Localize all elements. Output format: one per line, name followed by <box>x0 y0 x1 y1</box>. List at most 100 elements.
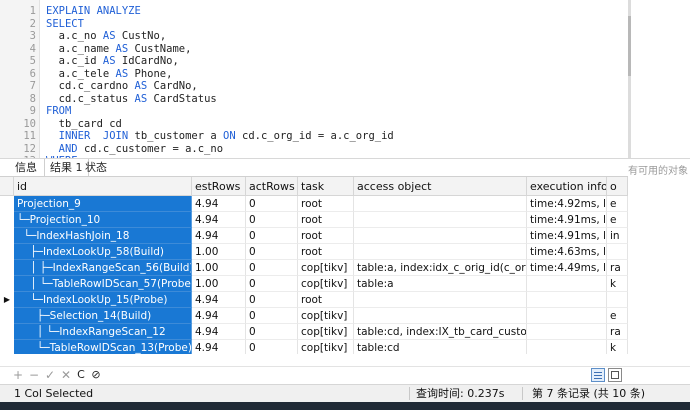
table-row[interactable]: ├─IndexLookUp_58(Build) 1.00 0 root time:4.6… <box>0 244 628 260</box>
table-row[interactable]: ▶ └─IndexLookUp_15(Probe) 4.94 0 root <box>0 292 628 308</box>
table-row[interactable]: ├─Selection_14(Build) 4.94 0 cop[tikv] e <box>0 308 628 324</box>
cell-actrows[interactable]: 0 <box>246 244 298 260</box>
column-header-estrows[interactable]: estRows <box>192 177 246 196</box>
row-indicator[interactable] <box>0 276 14 292</box>
cell-actrows[interactable]: 0 <box>246 228 298 244</box>
grid-view-button[interactable] <box>591 368 605 382</box>
cell-execution-info[interactable]: time:4.92ms, loop <box>527 196 607 212</box>
cell-estrows[interactable]: 4.94 <box>192 196 246 212</box>
cell-access-object[interactable] <box>354 244 527 260</box>
cell-operator-info[interactable]: e <box>607 212 628 228</box>
column-header-actrows[interactable]: actRows <box>246 177 298 196</box>
cell-id[interactable]: └─IndexLookUp_15(Probe) <box>14 292 192 308</box>
editor-scrollbar-thumb[interactable] <box>628 16 631 76</box>
cell-access-object[interactable] <box>354 228 527 244</box>
cell-execution-info[interactable] <box>527 276 607 292</box>
cell-task[interactable]: cop[tikv] <box>298 340 354 354</box>
row-indicator[interactable]: ▶ <box>0 292 14 308</box>
cell-actrows[interactable]: 0 <box>246 324 298 340</box>
cell-estrows[interactable]: 4.94 <box>192 308 246 324</box>
cell-task[interactable]: cop[tikv] <box>298 308 354 324</box>
stop-icon[interactable]: ⊘ <box>90 368 102 382</box>
apply-changes-button[interactable]: ✓ <box>44 368 56 382</box>
row-indicator[interactable] <box>0 196 14 212</box>
cell-id[interactable]: └─IndexHashJoin_18 <box>14 228 192 244</box>
result-grid[interactable]: id estRows actRows task access object executi… <box>0 176 628 354</box>
column-header-task[interactable]: task <box>298 177 354 196</box>
cell-estrows[interactable]: 1.00 <box>192 276 246 292</box>
cell-access-object[interactable]: table:a, index:idx_c_orig_id(c_org_id, c <box>354 260 527 276</box>
column-header-execution-info[interactable]: execution info <box>527 177 607 196</box>
cell-task[interactable]: root <box>298 292 354 308</box>
tab-status[interactable]: 状态 <box>80 159 112 177</box>
row-indicator[interactable] <box>0 260 14 276</box>
cell-access-object[interactable]: table:cd <box>354 340 527 354</box>
cell-id[interactable]: │ └─TableRowIDScan_57(Probe) <box>14 276 192 292</box>
cell-operator-info[interactable] <box>607 244 628 260</box>
cell-execution-info[interactable]: time:4.63ms, loop <box>527 244 607 260</box>
cell-access-object[interactable]: table:a <box>354 276 527 292</box>
cell-operator-info[interactable]: ra <box>607 324 628 340</box>
cell-task[interactable]: root <box>298 244 354 260</box>
cell-actrows[interactable]: 0 <box>246 292 298 308</box>
cell-id[interactable]: │ └─IndexRangeScan_12 <box>14 324 192 340</box>
cell-actrows[interactable]: 0 <box>246 212 298 228</box>
cell-actrows[interactable]: 0 <box>246 308 298 324</box>
cell-actrows[interactable]: 0 <box>246 276 298 292</box>
cell-actrows[interactable]: 0 <box>246 196 298 212</box>
cell-task[interactable]: root <box>298 228 354 244</box>
cell-actrows[interactable]: 0 <box>246 340 298 354</box>
cell-id[interactable]: └─Projection_10 <box>14 212 192 228</box>
cell-estrows[interactable]: 4.94 <box>192 228 246 244</box>
cell-estrows[interactable]: 4.94 <box>192 212 246 228</box>
table-row[interactable]: │ └─IndexRangeScan_12 4.94 0 cop[tikv] table… <box>0 324 628 340</box>
cell-estrows[interactable]: 1.00 <box>192 244 246 260</box>
table-row[interactable]: │ ├─IndexRangeScan_56(Build) 1.00 0 cop[tik… <box>0 260 628 276</box>
cell-id[interactable]: │ ├─IndexRangeScan_56(Build) <box>14 260 192 276</box>
cell-task[interactable]: cop[tikv] <box>298 276 354 292</box>
row-indicator[interactable] <box>0 212 14 228</box>
add-record-button[interactable]: + <box>12 368 24 382</box>
cell-execution-info[interactable] <box>527 292 607 308</box>
cell-execution-info[interactable] <box>527 340 607 354</box>
cell-access-object[interactable] <box>354 292 527 308</box>
cell-operator-info[interactable] <box>607 292 628 308</box>
cell-task[interactable]: cop[tikv] <box>298 324 354 340</box>
refresh-icon[interactable]: C <box>75 368 87 382</box>
cell-id[interactable]: ├─Selection_14(Build) <box>14 308 192 324</box>
row-indicator[interactable] <box>0 324 14 340</box>
row-indicator[interactable] <box>0 340 14 354</box>
cell-id[interactable]: Projection_9 <box>14 196 192 212</box>
cell-estrows[interactable]: 4.94 <box>192 324 246 340</box>
cell-operator-info[interactable]: e <box>607 196 628 212</box>
table-row[interactable]: └─Projection_104.940root time:4.91ms, loo… <box>0 212 628 228</box>
cell-estrows[interactable]: 4.94 <box>192 340 246 354</box>
cell-operator-info[interactable]: k <box>607 340 628 354</box>
cell-execution-info[interactable]: time:4.91ms, loop <box>527 212 607 228</box>
row-indicator[interactable] <box>0 228 14 244</box>
cell-execution-info[interactable]: time:4.91ms, loop <box>527 228 607 244</box>
sql-editor[interactable]: 1 EXPLAIN ANALYZE 2 SELECT 3 a.c_no AS CustN… <box>0 0 628 158</box>
cell-execution-info[interactable] <box>527 308 607 324</box>
column-header-id[interactable]: id <box>14 177 192 196</box>
cell-operator-info[interactable]: ra <box>607 260 628 276</box>
table-row[interactable]: Projection_94.940root time:4.92ms, loope <box>0 196 628 212</box>
discard-changes-button[interactable]: ✕ <box>60 368 72 382</box>
cell-task[interactable]: root <box>298 212 354 228</box>
row-indicator[interactable] <box>0 308 14 324</box>
delete-record-button[interactable]: − <box>28 368 40 382</box>
form-view-button[interactable] <box>608 368 622 382</box>
cell-access-object[interactable] <box>354 308 527 324</box>
row-indicator[interactable] <box>0 244 14 260</box>
table-row[interactable]: │ └─TableRowIDScan_57(Probe) 1.00 0 cop[tik… <box>0 276 628 292</box>
table-row[interactable]: └─IndexHashJoin_18 4.94 0 root time:4.91ms, … <box>0 228 628 244</box>
cell-id[interactable]: ├─IndexLookUp_58(Build) <box>14 244 192 260</box>
column-header-operator-info[interactable]: o <box>607 177 628 196</box>
cell-access-object[interactable]: table:cd, index:IX_tb_card_customer(c <box>354 324 527 340</box>
cell-operator-info[interactable]: k <box>607 276 628 292</box>
cell-access-object[interactable] <box>354 196 527 212</box>
cell-access-object[interactable] <box>354 212 527 228</box>
cell-estrows[interactable]: 4.94 <box>192 292 246 308</box>
cell-task[interactable]: cop[tikv] <box>298 260 354 276</box>
cell-execution-info[interactable]: time:4.49ms, loop <box>527 260 607 276</box>
